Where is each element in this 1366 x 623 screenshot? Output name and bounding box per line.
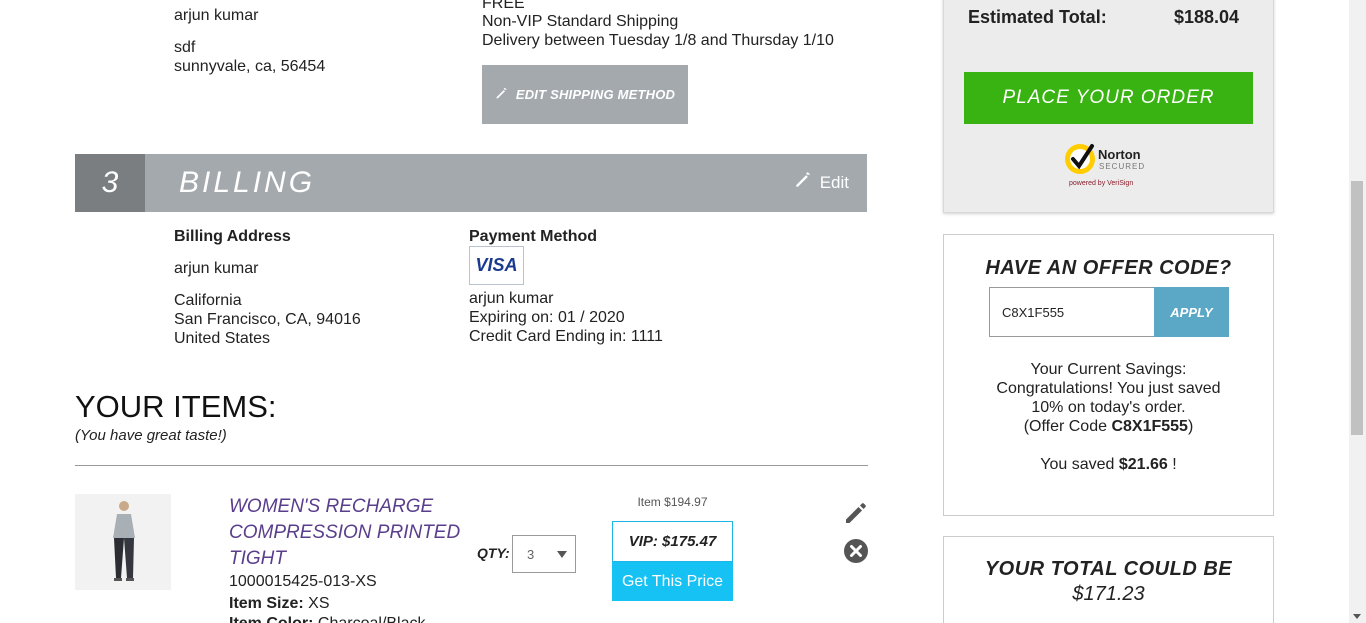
product-color-label: Item Color: xyxy=(229,615,313,623)
quantity-value: 3 xyxy=(527,546,535,562)
product-size-label: Item Size: xyxy=(229,595,304,612)
saved-amount-line: You saved $21.66 ! xyxy=(1040,456,1177,473)
savings-line1: Your Current Savings: xyxy=(1030,361,1187,378)
offer-code-note: (Offer Code C8X1F555) xyxy=(1023,418,1194,435)
product-sku: 1000015425-013-XS xyxy=(229,573,377,590)
product-name-link[interactable]: WOMEN'S RECHARGE COMPRESSION PRINTED TIG… xyxy=(229,494,469,572)
product-size-value: XS xyxy=(308,595,330,612)
edit-item-pencil-icon[interactable] xyxy=(843,500,869,526)
product-color: Item Color: Charcoal/Black xyxy=(229,615,426,623)
scroll-down-arrow-icon[interactable] xyxy=(1353,614,1361,619)
norton-secured-label: SECURED xyxy=(1099,162,1146,171)
item-price: Item $194.97 xyxy=(637,495,708,509)
billing-address-line3: United States xyxy=(174,330,271,347)
norton-label: Norton xyxy=(1098,147,1141,162)
shipping-delivery: Delivery between Tuesday 1/8 and Thursda… xyxy=(482,32,834,49)
billing-edit-button[interactable]: Edit xyxy=(794,171,849,194)
billing-address-line1: California xyxy=(174,292,242,309)
offer-code-title: HAVE AN OFFER CODE? xyxy=(985,257,1232,279)
visa-card-icon: VISA xyxy=(469,246,524,285)
estimated-total-label: Estimated Total: xyxy=(968,7,1107,27)
edit-shipping-method-button[interactable]: EDIT SHIPPING METHOD xyxy=(482,65,688,124)
get-this-price-button[interactable]: Get This Price xyxy=(612,562,733,601)
billing-title: BILLING xyxy=(179,166,316,199)
shipping-method: Non-VIP Standard Shipping xyxy=(482,13,679,30)
billing-name: arjun kumar xyxy=(174,260,259,277)
total-could-be-value: $171.23 xyxy=(1072,583,1145,605)
product-color-value: Charcoal/Black xyxy=(318,615,426,623)
offer-code-input[interactable] xyxy=(989,287,1155,337)
total-could-be-title: YOUR TOTAL COULD BE xyxy=(984,558,1233,580)
estimated-total-value: $188.04 xyxy=(1174,7,1240,27)
items-divider xyxy=(75,465,868,466)
scrollbar-thumb[interactable] xyxy=(1351,181,1363,435)
shipping-address-line2: sunnyvale, ca, 56454 xyxy=(174,58,326,75)
offer-code-value: C8X1F555 xyxy=(1111,418,1188,435)
billing-section-header: 3 BILLING Edit xyxy=(75,154,867,212)
billing-edit-label: Edit xyxy=(819,172,849,192)
norton-secured-badge: Norton SECURED powered by VeriSign xyxy=(1062,138,1162,192)
current-savings: Your Current Savings: Congratulations! Y… xyxy=(943,360,1274,436)
items-subtitle: (You have great taste!) xyxy=(75,427,227,444)
product-size: Item Size: XS xyxy=(229,595,329,613)
saved-amount: $21.66 xyxy=(1118,456,1168,473)
savings-line2: Congratulations! You just saved xyxy=(996,380,1221,397)
savings-line3: 10% on today's order. xyxy=(1031,399,1186,416)
vip-price: VIP: $175.47 xyxy=(612,521,733,562)
billing-step-number: 3 xyxy=(75,154,145,212)
shipping-address-line1: sdf xyxy=(174,39,196,56)
pencil-icon xyxy=(794,171,812,194)
billing-address-line2: San Francisco, CA, 94016 xyxy=(174,311,361,328)
qty-label: QTY: xyxy=(477,545,510,561)
edit-shipping-method-label: EDIT SHIPPING METHOD xyxy=(515,87,676,102)
payment-method-label: Payment Method xyxy=(469,228,598,245)
card-expiration: Expiring on: 01 / 2020 xyxy=(469,309,625,326)
card-ending: Credit Card Ending in: 1111 xyxy=(469,328,663,345)
norton-powered-label: powered by VeriSign xyxy=(1069,180,1134,187)
shipping-name: arjun kumar xyxy=(174,7,259,24)
card-holder-name: arjun kumar xyxy=(469,290,554,307)
remove-item-icon[interactable] xyxy=(843,538,869,564)
apply-offer-button[interactable]: APPLY xyxy=(1154,287,1229,337)
quantity-select[interactable]: 3 xyxy=(512,535,576,573)
chevron-down-icon xyxy=(557,547,567,562)
page-scrollbar[interactable] xyxy=(1349,0,1366,623)
billing-address-label: Billing Address xyxy=(174,228,291,245)
product-image[interactable] xyxy=(75,494,171,590)
items-title: YOUR ITEMS: xyxy=(75,389,277,424)
place-order-button[interactable]: PLACE YOUR ORDER xyxy=(964,72,1253,124)
pencil-icon xyxy=(495,87,508,103)
